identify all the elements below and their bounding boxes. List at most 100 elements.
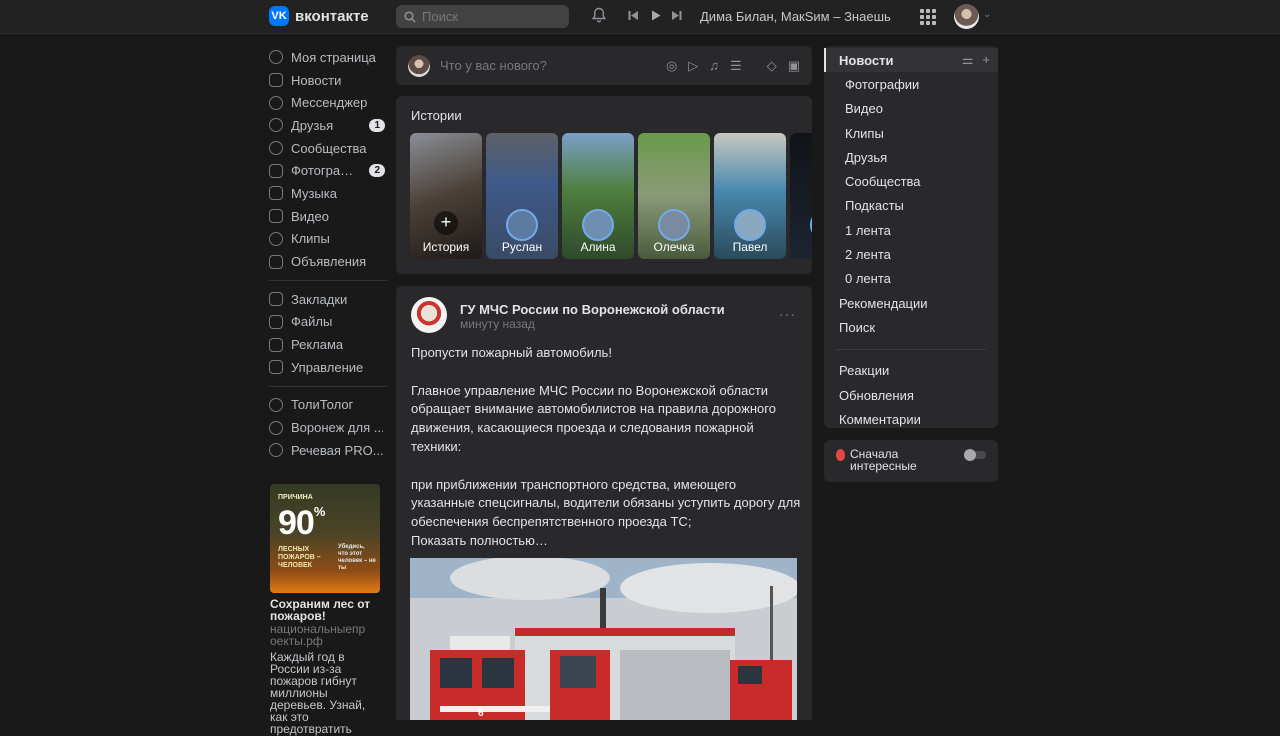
- bell-icon[interactable]: [592, 7, 606, 23]
- news-icon: [269, 73, 283, 88]
- story-avatar: [658, 209, 690, 241]
- post-author-avatar[interactable]: [411, 297, 447, 333]
- previous-track-icon[interactable]: [628, 10, 639, 21]
- sidebar-item-group-3[interactable]: Речевая PRO...: [269, 439, 387, 462]
- sidebar-item-video[interactable]: Видео: [269, 205, 387, 228]
- sidebar-item-communities[interactable]: Сообщества: [269, 137, 387, 160]
- filter-item-video[interactable]: Видео: [824, 97, 998, 121]
- ad-text: Каждый год в России из-за пожаров гибнут…: [270, 650, 366, 736]
- feed-filter-menu: Новости ⚌ + Фотографии Видео Клипы Друзья…: [824, 46, 998, 428]
- plus-icon[interactable]: +: [982, 52, 990, 68]
- vk-logo[interactable]: VK вконтакте: [269, 6, 369, 26]
- story-item[interactable]: Олечка: [638, 133, 710, 259]
- video-icon: [269, 209, 283, 224]
- story-item[interactable]: Ю: [790, 133, 812, 259]
- next-track-icon[interactable]: [671, 10, 682, 21]
- story-avatar: [734, 209, 766, 241]
- player-track-title[interactable]: Дима Билан, МакSим – Знаешь: [700, 9, 896, 24]
- user-icon: [269, 50, 283, 65]
- sidebar-item-bookmarks[interactable]: Закладки: [269, 288, 387, 311]
- filter-item-photos[interactable]: Фотографии: [824, 72, 998, 96]
- sidebar-divider: [269, 385, 387, 387]
- profile-avatar[interactable]: [954, 4, 979, 29]
- sidebar-item-manage[interactable]: Управление: [269, 356, 387, 379]
- ad-image-subtext: ЛЕСНЫХ ПОЖАРОВ – ЧЕЛОВЕК: [278, 546, 321, 569]
- music-icon: [269, 186, 283, 201]
- music-note-icon[interactable]: ♫: [709, 58, 719, 74]
- filter-item-feed-2[interactable]: 2 лента: [824, 242, 998, 266]
- friends-badge: 1: [369, 118, 385, 132]
- filter-item-comments[interactable]: Комментарии: [824, 407, 998, 431]
- fire-truck-illustration: 6: [410, 558, 797, 720]
- camera-icon[interactable]: ◎: [666, 58, 677, 74]
- post-text: Пропусти пожарный автомобиль! Главное уп…: [411, 344, 801, 551]
- sidebar-item-files[interactable]: Файлы: [269, 311, 387, 334]
- sidebar-item-group-1[interactable]: ТолиТолог: [269, 394, 387, 417]
- post-paragraph: Пропусти пожарный автомобиль!: [411, 345, 612, 360]
- groups-icon: [269, 141, 283, 156]
- story-avatar: [506, 209, 538, 241]
- filter-item-search[interactable]: Поиск: [824, 315, 998, 339]
- post-author[interactable]: ГУ МЧС России по Воронежской области: [460, 302, 725, 317]
- chevron-down-icon[interactable]: ⌄: [983, 9, 991, 20]
- interesting-first-toggle-card[interactable]: Сначала интересные: [824, 440, 998, 482]
- clips-icon: [269, 231, 283, 246]
- star-icon: [269, 292, 283, 307]
- filter-item-feed-0[interactable]: 0 лента: [824, 267, 998, 291]
- filter-item-reactions[interactable]: Реакции: [824, 359, 998, 383]
- story-item-add[interactable]: + История: [410, 133, 482, 259]
- filter-item-feed-1[interactable]: 1 лента: [824, 218, 998, 242]
- lock-icon[interactable]: ▣: [788, 58, 800, 74]
- search-input[interactable]: [422, 9, 552, 24]
- video-clip-icon[interactable]: ▷: [688, 58, 698, 74]
- filter-item-updates[interactable]: Обновления: [824, 383, 998, 407]
- search-box[interactable]: [396, 5, 569, 28]
- logo-text: вконтакте: [295, 7, 369, 25]
- post-paragraph: Главное управление МЧС России по Воронеж…: [411, 382, 776, 454]
- filter-item-podcasts[interactable]: Подкасты: [824, 194, 998, 218]
- sidebar-divider: [269, 279, 387, 281]
- more-options-icon[interactable]: ···: [779, 306, 796, 322]
- stories-block: Истории + История Руслан Алина Олечка Па…: [396, 96, 812, 274]
- show-more-link[interactable]: Показать полностью…: [411, 532, 801, 551]
- filter-item-friends[interactable]: Друзья: [824, 145, 998, 169]
- sidebar-item-photos[interactable]: Фотографии 2: [269, 159, 387, 182]
- sidebar-item-advertising[interactable]: Реклама: [269, 333, 387, 356]
- group-icon: [269, 443, 283, 458]
- sidebar-item-my-page[interactable]: Моя страница: [269, 46, 387, 69]
- filter-item-recommendations[interactable]: Рекомендации: [824, 291, 998, 315]
- story-avatar: [582, 209, 614, 241]
- sidebar-item-friends[interactable]: Друзья 1: [269, 114, 387, 137]
- sidebar-item-music[interactable]: Музыка: [269, 182, 387, 205]
- apps-grid-icon[interactable]: [920, 9, 936, 25]
- post-time[interactable]: минуту назад: [460, 317, 535, 331]
- ad-image-caption: Убедись, что этот человек – не ты: [338, 544, 376, 571]
- composer-placeholder[interactable]: Что у вас нового?: [440, 58, 666, 73]
- story-avatar: [810, 209, 812, 241]
- filter-item-clips[interactable]: Клипы: [824, 121, 998, 145]
- story-item[interactable]: Руслан: [486, 133, 558, 259]
- article-icon[interactable]: ☰: [730, 58, 742, 74]
- file-icon: [269, 314, 283, 329]
- sidebar-item-ads[interactable]: Объявления: [269, 250, 387, 273]
- sidebar-item-group-2[interactable]: Воронеж для ...: [269, 416, 387, 439]
- story-item[interactable]: Павел: [714, 133, 786, 259]
- sidebar-item-clips[interactable]: Клипы: [269, 228, 387, 251]
- post-composer[interactable]: Что у вас нового? ◎ ▷ ♫ ☰ ◇ ▣: [396, 46, 812, 85]
- filter-item-news[interactable]: Новости ⚌ +: [824, 48, 998, 73]
- sidebar-item-messenger[interactable]: Мессенджер: [269, 91, 387, 114]
- interesting-first-switch[interactable]: [964, 449, 986, 461]
- sidebar-item-news[interactable]: Новости: [269, 69, 387, 92]
- filter-item-communities[interactable]: Сообщества: [824, 169, 998, 193]
- post-image[interactable]: 6: [410, 558, 797, 720]
- ad-url[interactable]: национальныепр оекты.рф: [270, 623, 382, 647]
- ad-image[interactable]: ПРИЧИНА 90% ЛЕСНЫХ ПОЖАРОВ – ЧЕЛОВЕК Убе…: [270, 484, 380, 593]
- play-icon[interactable]: [651, 10, 661, 21]
- sidebar-ad[interactable]: ПРИЧИНА 90% ЛЕСНЫХ ПОЖАРОВ – ЧЕЛОВЕК Убе…: [270, 484, 382, 735]
- story-item[interactable]: Алина: [562, 133, 634, 259]
- megaphone-icon: [269, 337, 283, 352]
- ad-title[interactable]: Сохраним лес от пожаров!: [270, 598, 382, 622]
- plus-icon: +: [434, 211, 458, 235]
- settings-sliders-icon[interactable]: ⚌: [962, 52, 974, 68]
- bulb-icon[interactable]: ◇: [767, 58, 777, 74]
